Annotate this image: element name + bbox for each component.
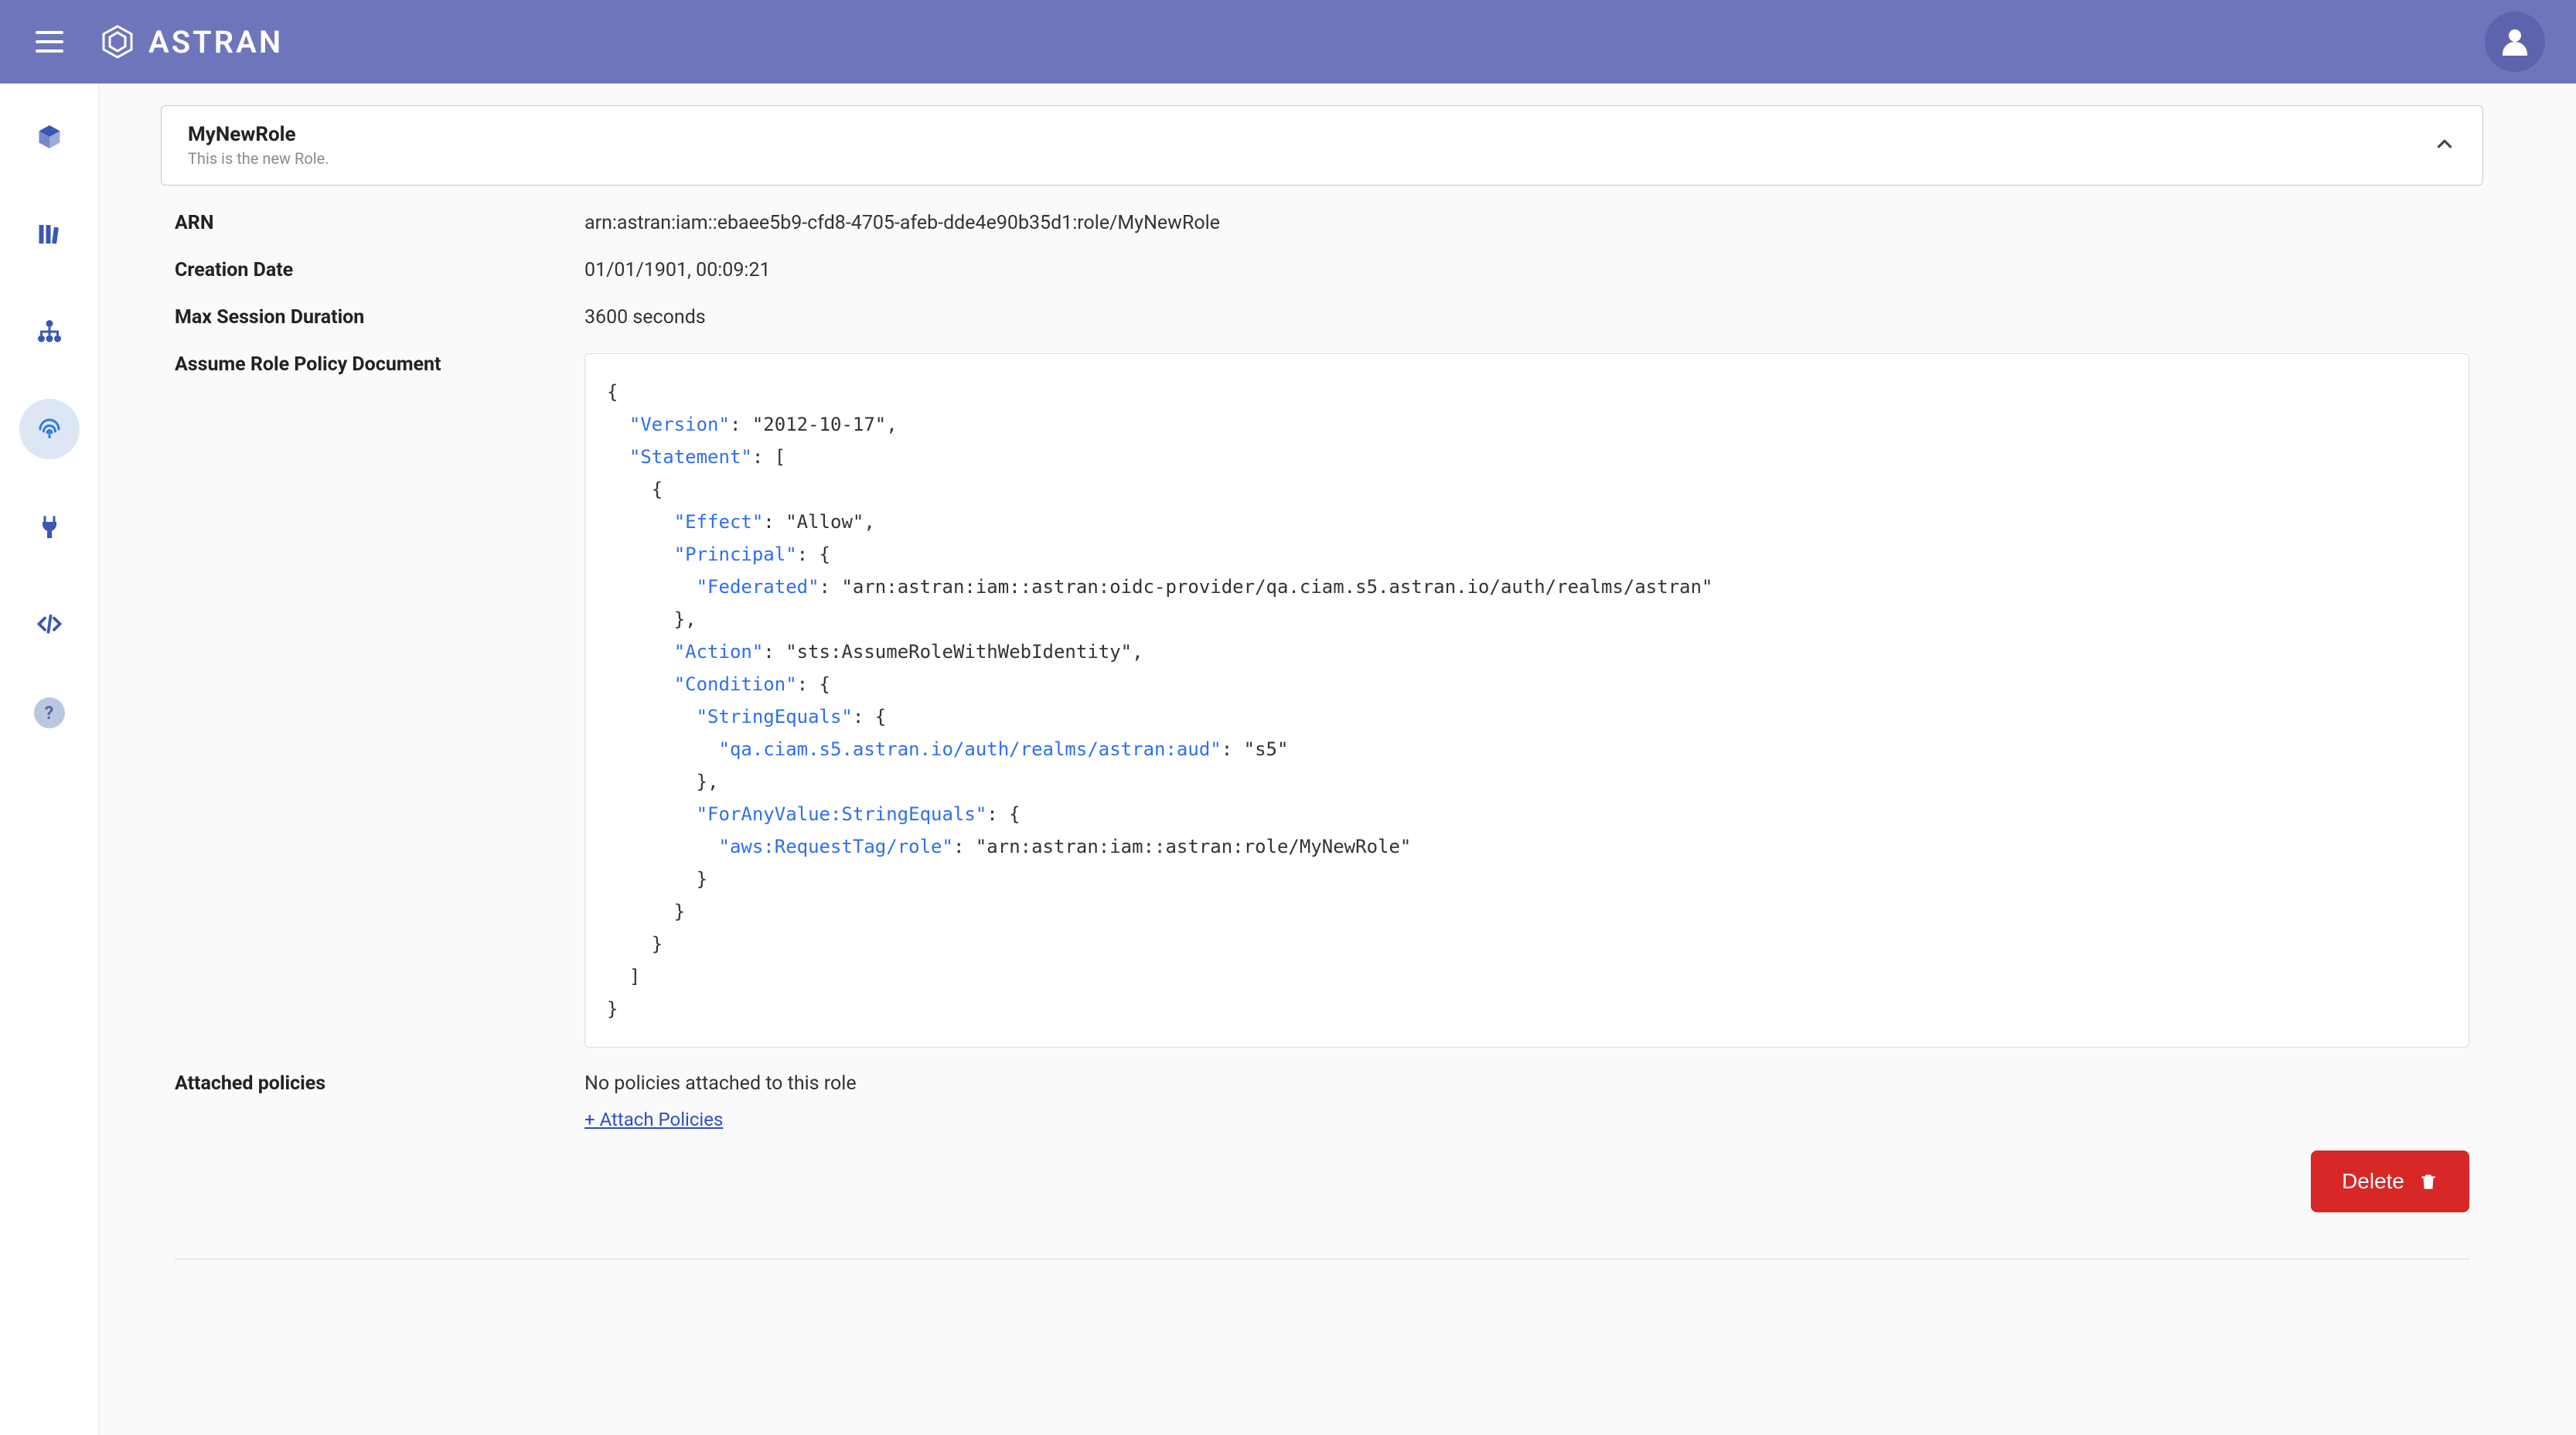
brand-mark-icon (99, 23, 136, 60)
main-content: MyNewRole This is the new Role. ARN arn:… (99, 84, 2576, 1435)
sidebar-item-org[interactable] (19, 302, 80, 362)
sidebar-item-library[interactable] (19, 204, 80, 264)
sidebar-item-plugins[interactable] (19, 496, 80, 557)
user-avatar-button[interactable] (2485, 12, 2545, 72)
creation-date-value: 01/01/1901, 00:09:21 (584, 259, 771, 281)
sidebar-item-cube[interactable] (19, 107, 80, 167)
chevron-up-icon (2433, 132, 2456, 155)
plug-icon (36, 513, 63, 540)
role-subtitle: This is the new Role. (188, 149, 2433, 168)
creation-date-label: Creation Date (175, 259, 584, 281)
code-icon (36, 610, 63, 638)
app-header: ASTRAN (0, 0, 2576, 84)
help-icon: ? (45, 702, 54, 724)
role-card-header[interactable]: MyNewRole This is the new Role. (161, 105, 2483, 186)
policy-doc-label: Assume Role Policy Document (175, 353, 584, 376)
brand-text: ASTRAN (148, 24, 283, 60)
brand-logo[interactable]: ASTRAN (99, 23, 283, 60)
attached-policies-label: Attached policies (175, 1072, 584, 1095)
delete-button-label: Delete (2342, 1169, 2404, 1194)
menu-toggle-button[interactable] (36, 31, 63, 53)
fingerprint-icon (36, 415, 63, 443)
attach-policies-link[interactable]: + Attach Policies (584, 1109, 723, 1130)
org-chart-icon (36, 318, 63, 346)
trash-icon (2418, 1170, 2438, 1193)
sidebar-item-identity[interactable] (19, 399, 80, 459)
max-session-label: Max Session Duration (175, 306, 584, 329)
user-icon (2496, 23, 2533, 60)
arn-label: ARN (175, 212, 584, 234)
books-icon (36, 220, 63, 248)
delete-button[interactable]: Delete (2311, 1150, 2469, 1212)
max-session-value: 3600 seconds (584, 306, 706, 329)
cube-icon (36, 123, 63, 151)
policy-document: { "Version": "2012-10-17", "Statement": … (584, 353, 2469, 1048)
sidebar-item-help[interactable]: ? (34, 697, 65, 728)
sidebar-item-code[interactable] (19, 594, 80, 654)
role-title: MyNewRole (188, 123, 2433, 146)
collapse-toggle[interactable] (2433, 132, 2456, 158)
sidebar-nav: ? (0, 84, 99, 1435)
no-policies-text: No policies attached to this role (584, 1072, 857, 1095)
arn-value: arn:astran:iam::ebaee5b9-cfd8-4705-afeb-… (584, 212, 1220, 234)
